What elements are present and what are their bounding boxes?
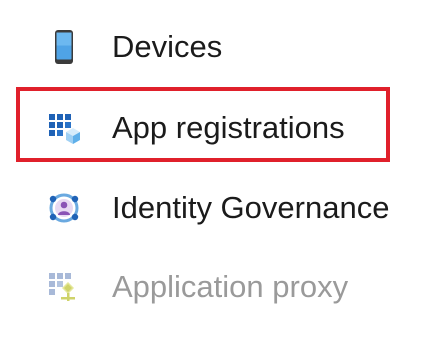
menu-item-identity-governance[interactable]: Identity Governance	[0, 178, 434, 238]
identity-governance-icon	[46, 190, 82, 226]
menu-item-application-proxy[interactable]: Application proxy	[0, 257, 434, 317]
menu-item-label: Application proxy	[112, 269, 349, 304]
application-proxy-icon	[46, 269, 82, 305]
menu-item-devices[interactable]: Devices	[0, 17, 434, 77]
app-grid-icon	[46, 110, 82, 146]
phone-icon	[46, 29, 82, 65]
menu-item-app-registrations[interactable]: App registrations	[0, 98, 434, 158]
menu-item-label: Identity Governance	[112, 190, 390, 225]
menu-item-label: App registrations	[112, 110, 345, 145]
menu-item-label: Devices	[112, 29, 223, 64]
navigation-menu: Devices App registrations Identity Gover…	[0, 0, 434, 348]
